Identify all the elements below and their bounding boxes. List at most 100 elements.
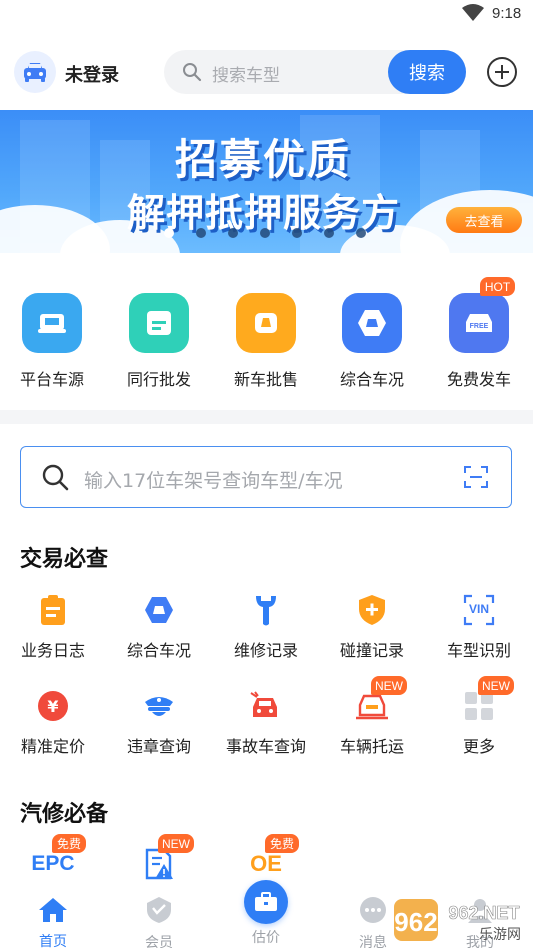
status-time: 9:18 <box>492 5 522 22</box>
quick-entry-platform-cars[interactable]: 平台车源 <box>2 285 102 390</box>
trade-item-vehicle-shipping[interactable]: 车辆托运 <box>319 688 425 757</box>
quick-entry-free-post[interactable]: FREE 免费发车 <box>429 285 529 390</box>
free-badge: 免费 <box>52 834 87 853</box>
trade-item-repair-record[interactable]: 维修记录 <box>213 592 319 661</box>
car-source-icon <box>22 293 82 353</box>
message-icon <box>360 897 386 923</box>
trade-item-label: 维修记录 <box>233 641 298 660</box>
car-condition-icon <box>141 592 177 628</box>
svg-text:962.NET: 962.NET <box>448 903 519 923</box>
trade-item-label: 碰撞记录 <box>339 641 404 660</box>
hot-badge: HOT <box>480 277 515 296</box>
quick-entry-label: 同行批发 <box>126 370 191 389</box>
car-avatar-icon <box>24 63 46 82</box>
pagination-dot[interactable] <box>324 228 334 238</box>
svg-text:FREE: FREE <box>470 323 489 330</box>
tab-label: 会员 <box>145 935 173 948</box>
pagination-dot[interactable] <box>164 228 174 238</box>
trade-item-label: 事故车查询 <box>225 737 306 756</box>
trade-item-label: 综合车况 <box>126 641 191 660</box>
search-button[interactable]: 搜索 <box>388 50 466 94</box>
trade-item-label: 更多 <box>462 737 495 756</box>
vin-search-field[interactable]: 输入17位车架号查询车型/车况 <box>20 446 512 508</box>
top-header: 未登录 搜索车型 搜索 <box>0 44 533 102</box>
quick-entry-car-condition[interactable]: 综合车况 <box>322 285 422 390</box>
tab-home[interactable]: 首页 <box>18 893 88 948</box>
banner-cta-button[interactable]: 去查看 <box>446 207 522 233</box>
status-bar: 9:18 <box>0 0 533 30</box>
site-watermark: 962 962.NET 乐游网 <box>392 895 530 945</box>
trade-item-collision-record[interactable]: 碰撞记录 <box>319 592 425 661</box>
trade-item-more[interactable]: 更多 <box>426 688 532 757</box>
trade-item-accident-car[interactable]: 事故车查询 <box>213 688 319 757</box>
pagination-dot[interactable] <box>260 228 270 238</box>
trade-item-car-condition[interactable]: 综合车况 <box>106 592 212 661</box>
section-title-repair: 汽修必备 <box>20 802 109 827</box>
accident-car-icon <box>248 688 284 724</box>
pagination-dot[interactable] <box>292 228 302 238</box>
watermark-logo: 962 962.NET 乐游网 <box>394 899 521 943</box>
repair-record-icon <box>248 592 284 628</box>
trade-item-label: 车辆托运 <box>339 737 404 756</box>
search-input[interactable]: 搜索车型 <box>212 61 280 86</box>
add-icon[interactable] <box>487 57 517 87</box>
quick-entry-new-car[interactable]: 新车批售 <box>216 285 316 390</box>
quick-entry-label: 免费发车 <box>446 370 511 389</box>
login-status[interactable]: 未登录 <box>65 61 119 87</box>
oe-glyph: OE <box>250 851 282 876</box>
svg-text:乐游网: 乐游网 <box>479 927 521 943</box>
yuan-glyph: ¥ <box>38 691 68 721</box>
quick-entry-label: 综合车况 <box>339 370 404 389</box>
banner-title: 招募优质 <box>175 135 352 184</box>
promo-banner[interactable]: 招募优质 解押抵押服务方 去查看 <box>0 110 533 253</box>
home-icon <box>39 898 67 922</box>
search-icon <box>183 63 202 82</box>
new-car-icon <box>236 293 296 353</box>
free-badge: 免费 <box>265 834 300 853</box>
valuation-center-button[interactable] <box>244 880 288 924</box>
car-condition-icon <box>342 293 402 353</box>
trade-item-label: 精准定价 <box>20 737 85 756</box>
avatar[interactable] <box>14 51 56 93</box>
pagination-dot[interactable] <box>196 228 206 238</box>
banner-pagination <box>164 228 388 238</box>
new-badge: NEW <box>371 676 407 695</box>
violation-query-icon <box>141 688 177 724</box>
trade-item-violation-query[interactable]: 违章查询 <box>106 688 212 757</box>
svg-text:962: 962 <box>394 907 437 937</box>
trade-item-pricing[interactable]: ¥ 精准定价 <box>0 688 106 757</box>
wholesale-icon <box>129 293 189 353</box>
wifi-icon <box>462 4 484 21</box>
trade-item-business-log[interactable]: 业务日志 <box>0 592 106 661</box>
tab-label: 估价 <box>252 930 280 946</box>
trade-item-label: 违章查询 <box>126 737 191 756</box>
new-badge: NEW <box>478 676 514 695</box>
quick-entry-label: 平台车源 <box>19 370 84 389</box>
member-icon <box>147 897 171 923</box>
quick-entry-wholesale[interactable]: 同行批发 <box>109 285 209 390</box>
pricing-icon: ¥ <box>35 688 71 724</box>
vin-glyph: VIN <box>468 602 489 616</box>
collision-record-icon <box>354 592 390 628</box>
pagination-dot[interactable] <box>356 228 366 238</box>
section-divider <box>0 410 533 424</box>
quick-entry-grid: 平台车源 同行批发 新车批售 综合车况 FREE 免费发车 <box>0 285 533 395</box>
section-title-trade: 交易必查 <box>20 547 109 572</box>
briefcase-icon <box>255 892 277 911</box>
quick-entry-label: 新车批售 <box>233 370 298 389</box>
search-icon <box>42 464 69 491</box>
trade-item-label: 车型识别 <box>446 641 511 660</box>
trade-item-label: 业务日志 <box>20 641 85 660</box>
vin-recognition-icon: VIN <box>461 592 497 628</box>
vin-input[interactable]: 输入17位车架号查询车型/车况 <box>84 466 343 493</box>
business-log-icon <box>35 592 71 628</box>
tab-label: 首页 <box>39 934 67 948</box>
search-bar[interactable]: 搜索车型 搜索 <box>164 50 466 94</box>
tab-member[interactable]: 会员 <box>124 893 194 948</box>
epc-glyph: EPC <box>31 852 75 875</box>
free-post-icon: FREE <box>449 293 509 353</box>
trade-item-vin-recognition[interactable]: VIN 车型识别 <box>426 592 532 661</box>
new-badge: NEW <box>158 834 194 853</box>
scan-icon[interactable] <box>463 465 489 489</box>
pagination-dot[interactable] <box>228 228 238 238</box>
